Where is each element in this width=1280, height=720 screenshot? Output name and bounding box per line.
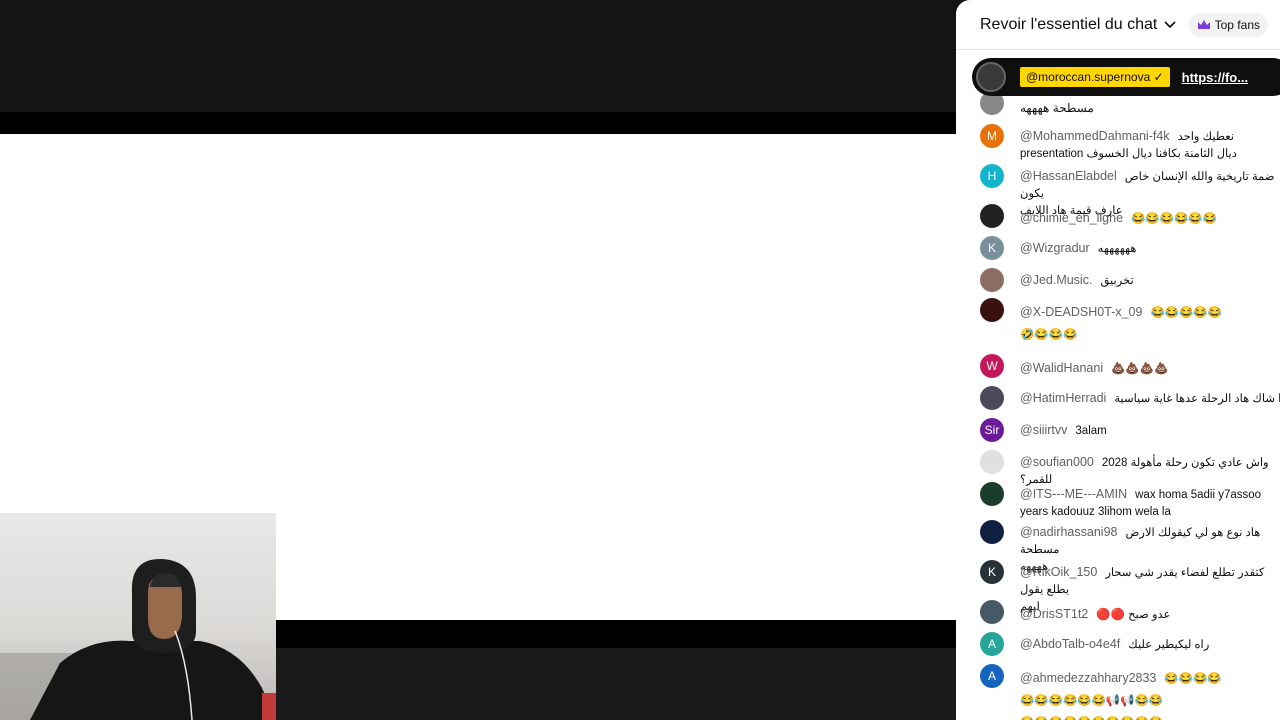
message-text: نعطيك واحد [1177, 131, 1234, 143]
avatar[interactable] [980, 268, 1004, 292]
message-author[interactable]: @WalidHanani [1020, 361, 1103, 375]
avatar[interactable] [980, 600, 1004, 624]
message-author[interactable]: @DrisST1t2 [1020, 607, 1088, 621]
message-body: @ahmedezzahhary2833 😂😂😂😂😂😂😂😂😂😂📢📢😂😂 😂😂😂😂😂😂😂… [1020, 668, 1280, 720]
message-body: @soufian000 2028 واش عادي تكون رحلة مأهول… [1020, 454, 1280, 488]
pinned-author-badge[interactable]: @moroccan.supernova ✓ [1020, 67, 1170, 87]
avatar[interactable]: A [980, 664, 1004, 688]
message-text: ادا شاك هاد الرحلة عدها غاية سياسية [1114, 393, 1280, 405]
top-fans-button[interactable]: Top fans [1188, 13, 1268, 37]
avatar[interactable] [980, 450, 1004, 474]
message-author[interactable]: @nadirhassani98 [1020, 525, 1117, 539]
message-text: years kadouuz 3lihom wela la [1020, 506, 1171, 518]
message-text: 😂😂😂😂😂😂 [1131, 213, 1217, 225]
message-body: @WalidHanani 💩💩💩💩 [1020, 358, 1280, 380]
message-body: @AbdoTalb-o4e4f راه ليكيطير عليك [1020, 636, 1280, 653]
message-author[interactable]: @ITS---ME---AMIN [1020, 487, 1127, 501]
chat-header: Revoir l'essentiel du chat Top fans [956, 0, 1280, 50]
message-text: 🔴🔴 عدو صبح [1096, 609, 1171, 621]
message-author[interactable]: @soufian000 [1020, 455, 1094, 469]
video-lower-area [276, 648, 956, 720]
message-body: @X-DEADSH0T-x_09 😂😂😂😂😂 🤣😂😂😂 [1020, 302, 1280, 346]
avatar[interactable]: K [980, 236, 1004, 260]
message-text: presentation ديال الثامنة بكافنا ديال ال… [1020, 148, 1237, 160]
avatar[interactable]: M [980, 124, 1004, 148]
message-body: @DrisST1t2 🔴🔴 عدو صبح [1020, 604, 1280, 626]
message-author[interactable]: @MohammedDahmani-f4k [1020, 129, 1170, 143]
message-author[interactable]: @siiirtvv [1020, 423, 1067, 437]
message-author[interactable]: @HatimHerradi [1020, 391, 1106, 405]
video-letterbox-top [0, 112, 956, 134]
top-fans-label: Top fans [1214, 18, 1260, 32]
message-author[interactable]: @HassanElabdel [1020, 169, 1117, 183]
message-body: @MohammedDahmani-f4k نعطيك واحد presentati… [1020, 128, 1280, 162]
avatar[interactable]: K [980, 560, 1004, 584]
avatar[interactable] [980, 386, 1004, 410]
message-body: @HatimHerradi ادا شاك هاد الرحلة عدها غاي… [1020, 390, 1280, 407]
webcam-overlay [0, 513, 276, 720]
message-text: مسطحة ههههه [1020, 101, 1094, 115]
crown-icon [1197, 20, 1210, 29]
pinned-message[interactable]: @moroccan.supernova ✓ https://fo... [972, 58, 1280, 96]
message-text: 😂😂😂😂😂😂📢📢😂😂 [1020, 695, 1164, 707]
avatar[interactable] [980, 204, 1004, 228]
webcam-person [30, 558, 276, 720]
avatar[interactable]: H [980, 164, 1004, 188]
avatar[interactable] [980, 298, 1004, 322]
message-author[interactable]: @Wizgradur [1020, 241, 1090, 255]
live-chat-panel: Revoir l'essentiel du chat Top fans @mor… [956, 0, 1280, 720]
message-text: 😂😂😂😂😂😂😂😂😂😂 [1020, 712, 1163, 720]
message-text: 3alam [1075, 425, 1107, 437]
message-body: @siiirtvv 3alam [1020, 422, 1280, 439]
message-text: 💩💩💩💩 [1111, 363, 1169, 375]
avatar[interactable]: Sir [980, 418, 1004, 442]
message-text: 😂😂😂😂 [1164, 673, 1222, 685]
message-text: راه ليكيطير عليك [1128, 639, 1210, 651]
message-author[interactable]: @ahmedezzahhary2833 [1020, 671, 1156, 685]
avatar[interactable]: W [980, 354, 1004, 378]
pinned-link[interactable]: https://fo... [1182, 70, 1248, 85]
avatar[interactable] [980, 520, 1004, 544]
avatar[interactable] [980, 482, 1004, 506]
message-text: wax homa 5adii y7assoo [1135, 489, 1262, 501]
message-author[interactable]: @X-DEADSH0T-x_09 [1020, 305, 1142, 319]
message-body: @ITS---ME---AMIN wax homa 5adii y7assoo ye… [1020, 486, 1280, 520]
message-author[interactable]: @RikOik_150 [1020, 565, 1097, 579]
message-body: @Jed.Music. تخربيق [1020, 272, 1280, 289]
message-author[interactable]: @chimie_en_ligne [1020, 211, 1123, 225]
message-text: ههههههه [1097, 243, 1137, 255]
message-text: 😂😂😂😂😂 [1150, 307, 1223, 319]
message-body: @Wizgradur ههههههه [1020, 240, 1280, 257]
video-letterbox-bottom [276, 620, 956, 648]
message-body: @chimie_en_ligne 😂😂😂😂😂😂 [1020, 208, 1280, 230]
message-author[interactable]: @AbdoTalb-o4e4f [1020, 637, 1120, 651]
message-text: 🤣😂😂😂 [1020, 329, 1078, 341]
chevron-down-icon[interactable] [1163, 18, 1177, 32]
message-text: تخربيق [1100, 275, 1134, 287]
screen: Revoir l'essentiel du chat Top fans @mor… [0, 0, 1280, 720]
chat-mode-selector[interactable]: Revoir l'essentiel du chat [980, 16, 1157, 34]
avatar[interactable]: A [980, 632, 1004, 656]
avatar [976, 62, 1006, 92]
message-author[interactable]: @Jed.Music. [1020, 273, 1092, 287]
